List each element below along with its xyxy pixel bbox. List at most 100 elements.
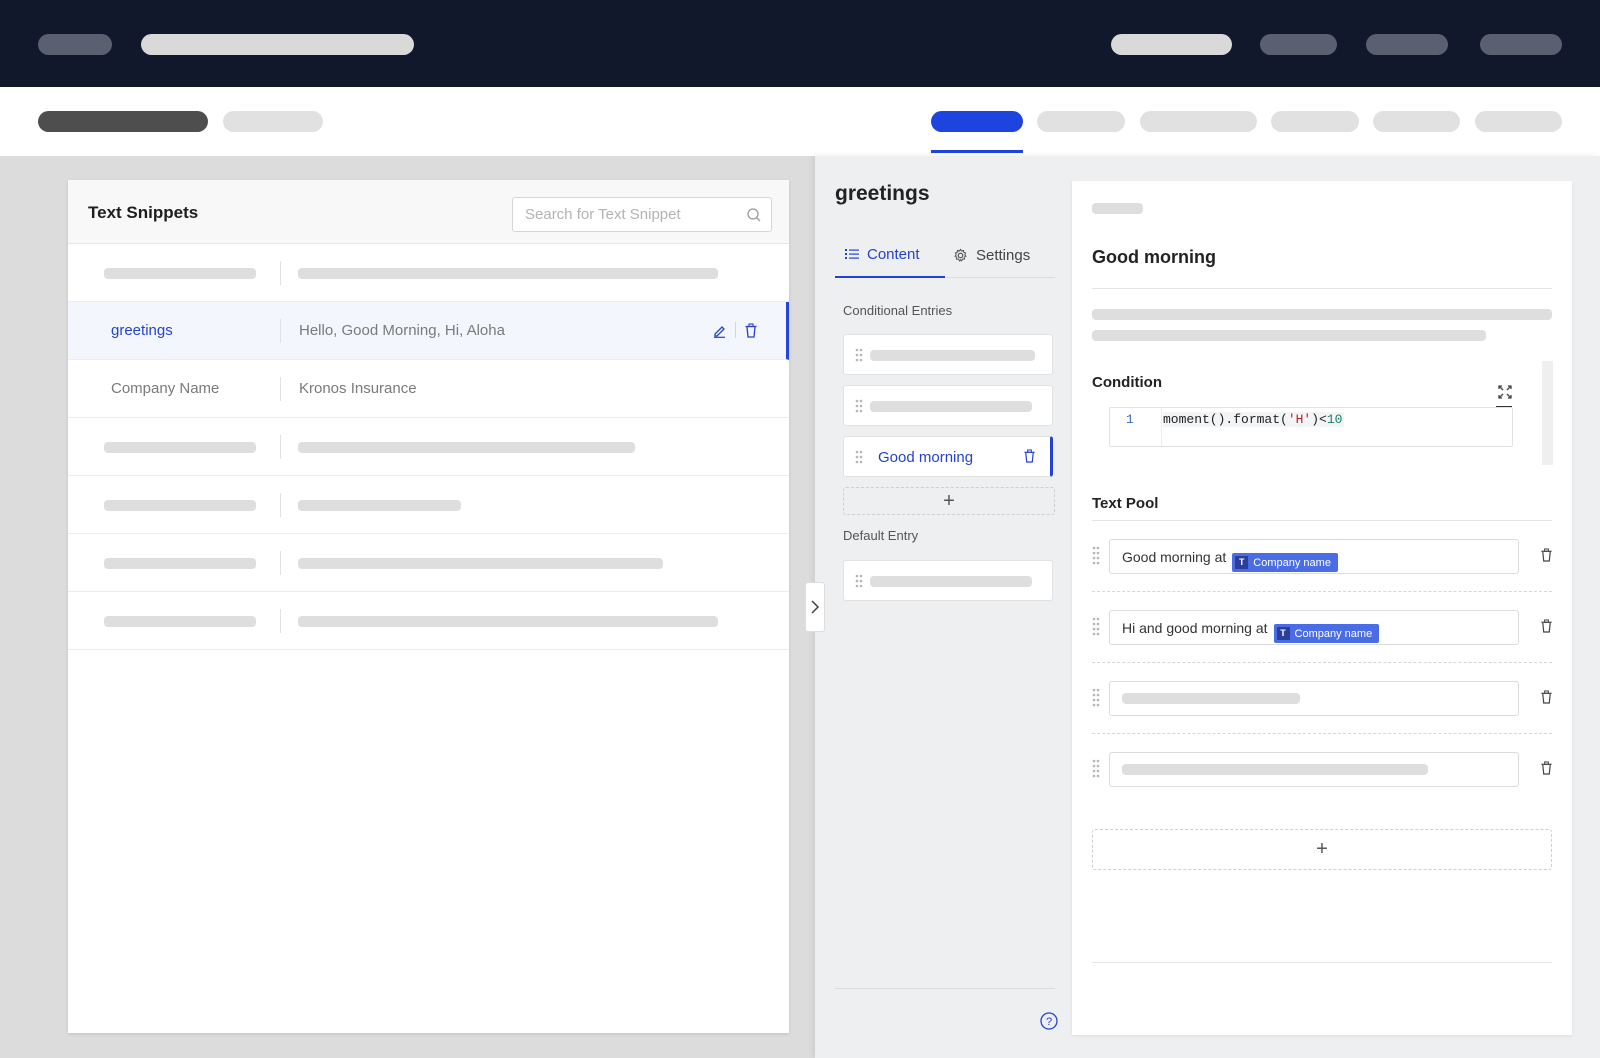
name-placeholder (104, 616, 256, 627)
value-placeholder (298, 442, 635, 453)
help-icon[interactable]: ? (1039, 1011, 1059, 1031)
snippet-name[interactable]: Company Name (111, 380, 219, 397)
trash-icon[interactable] (1540, 619, 1553, 633)
column-divider (280, 377, 281, 401)
trash-icon[interactable] (1540, 548, 1553, 562)
drag-handle-icon[interactable] (1092, 546, 1100, 566)
pool-text-placeholder (1122, 693, 1300, 704)
default-entry[interactable] (843, 560, 1053, 601)
divider (835, 988, 1055, 989)
tab-content[interactable]: Content (835, 232, 945, 278)
drag-handle-icon[interactable] (855, 450, 863, 464)
name-placeholder (104, 442, 256, 453)
text-pool-item: Hi and good morning at T Company name (1092, 610, 1552, 680)
chevron-right-icon (811, 600, 820, 614)
trash-icon[interactable] (1023, 449, 1036, 463)
drag-handle-icon[interactable] (1092, 688, 1100, 708)
secondary-bar (0, 87, 1600, 156)
editor-tabs: Content Settings (835, 232, 1055, 278)
snippet-value: Kronos Insurance (299, 380, 417, 397)
table-row[interactable]: Company Name Kronos Insurance (68, 360, 789, 418)
search-box[interactable] (512, 197, 772, 232)
column-divider (280, 551, 281, 575)
value-placeholder (298, 558, 663, 569)
name-placeholder (104, 558, 256, 569)
svg-text:?: ? (1046, 1016, 1052, 1028)
drag-handle-icon[interactable] (855, 348, 863, 362)
trash-icon[interactable] (1540, 690, 1553, 704)
nav-item-placeholder[interactable] (1260, 34, 1337, 55)
table-row[interactable] (68, 476, 789, 534)
table-row[interactable] (68, 534, 789, 592)
variable-token[interactable]: T Company name (1273, 624, 1380, 643)
tab-placeholder[interactable] (1271, 111, 1359, 132)
list-icon (845, 249, 859, 259)
snippet-editor-panel: greetings Content Settings Conditional E… (805, 156, 1600, 1058)
table-row[interactable] (68, 244, 789, 302)
variable-token[interactable]: T Company name (1232, 553, 1338, 572)
code-line[interactable]: moment().format('H')<10 (1163, 412, 1345, 427)
drag-handle-icon[interactable] (1092, 617, 1100, 637)
table-row[interactable] (68, 592, 789, 650)
tab-placeholder[interactable] (1475, 111, 1562, 132)
text-pool-input[interactable]: Good morning at T Company name (1109, 539, 1519, 574)
snippet-name[interactable]: greetings (111, 322, 173, 339)
nav-item-placeholder[interactable] (1111, 34, 1232, 55)
conditional-entry[interactable] (843, 334, 1053, 375)
pool-text-placeholder (1122, 764, 1428, 775)
trash-icon[interactable] (744, 322, 758, 338)
table-row-selected[interactable]: greetings Hello, Good Morning, Hi, Aloha (68, 302, 789, 360)
tab-placeholder[interactable] (1037, 111, 1125, 132)
conditional-entry[interactable] (843, 385, 1053, 426)
divider (1092, 591, 1552, 592)
text-pool-input[interactable]: Hi and good morning at T Company name (1109, 610, 1519, 645)
name-placeholder (104, 500, 256, 511)
table-row[interactable] (68, 418, 789, 476)
description-placeholder (1092, 330, 1486, 341)
row-actions (712, 322, 758, 338)
text-type-icon: T (1276, 627, 1290, 640)
value-placeholder (298, 616, 718, 627)
text-pool-input[interactable] (1109, 681, 1519, 716)
add-conditional-entry-button[interactable]: + (843, 487, 1055, 515)
logo-placeholder[interactable] (38, 34, 112, 55)
tab-settings[interactable]: Settings (953, 232, 1030, 278)
search-icon[interactable] (746, 207, 762, 223)
code-token: moment().format( (1163, 412, 1288, 427)
drag-handle-icon[interactable] (855, 574, 863, 588)
drag-handle-icon[interactable] (1092, 759, 1100, 779)
plus-icon: + (1316, 838, 1328, 860)
condition-code-editor[interactable]: 1 moment().format('H')<10 (1109, 407, 1513, 447)
scrollbar[interactable] (1542, 361, 1553, 465)
drag-handle-icon[interactable] (855, 399, 863, 413)
plus-icon: + (943, 489, 955, 512)
divider (1092, 662, 1552, 663)
text-type-icon: T (1235, 556, 1249, 569)
default-entry-label: Default Entry (843, 528, 919, 543)
text-pool-input[interactable] (1109, 752, 1519, 787)
collapse-panel-button[interactable] (805, 582, 825, 632)
search-input[interactable] (513, 198, 733, 231)
conditional-entry-selected[interactable]: Good morning (843, 436, 1053, 477)
expand-icon[interactable] (1498, 385, 1512, 399)
text-pool-item: Good morning at T Company name (1092, 539, 1552, 609)
nav-item-placeholder[interactable] (1480, 34, 1562, 55)
add-text-pool-item-button[interactable]: + (1092, 829, 1552, 870)
tab-placeholder[interactable] (1373, 111, 1460, 132)
entry-placeholder (870, 576, 1032, 587)
text-pool-item (1092, 752, 1552, 822)
tab-placeholder[interactable] (1140, 111, 1257, 132)
edit-icon[interactable] (712, 323, 727, 338)
text-snippets-panel: Text Snippets greetings Hello, Good Morn… (68, 180, 789, 1033)
divider (1092, 733, 1552, 734)
token-label: Company name (1294, 627, 1373, 640)
tab-active-placeholder[interactable] (931, 111, 1023, 132)
trash-icon[interactable] (1540, 761, 1553, 775)
nav-item-placeholder[interactable] (1366, 34, 1448, 55)
pool-text-value: Hi and good morning at (1122, 620, 1268, 636)
snippet-value: Hello, Good Morning, Hi, Aloha (299, 322, 505, 339)
code-token: )< (1311, 412, 1327, 427)
column-divider (280, 319, 281, 343)
entry-placeholder (870, 401, 1032, 412)
divider (1092, 288, 1552, 289)
